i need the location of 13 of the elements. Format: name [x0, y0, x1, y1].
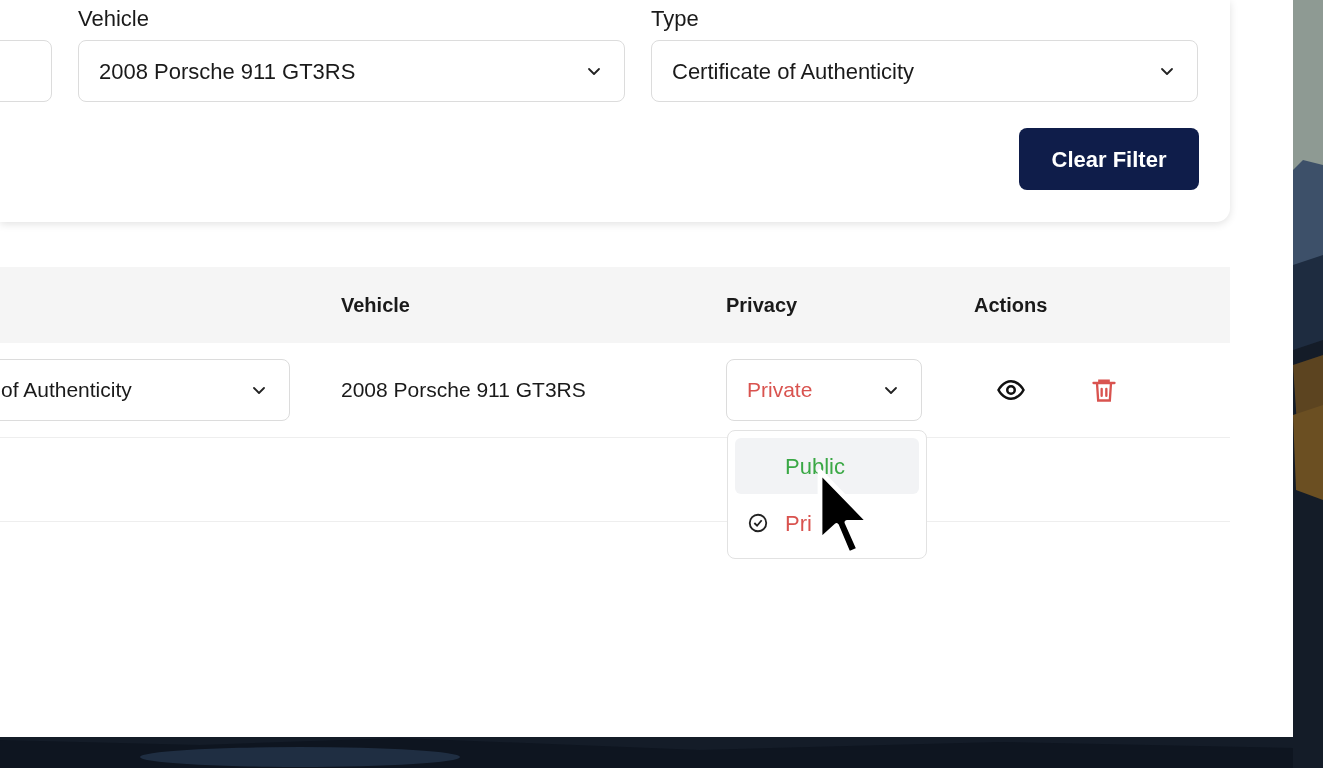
column-header: Actions — [974, 293, 1048, 318]
check-circle-icon — [747, 512, 769, 534]
select-field[interactable]: Certificate of Authenticity — [651, 40, 1198, 102]
privacy-select[interactable]: Private — [726, 359, 922, 421]
column-header: Vehicle — [341, 293, 411, 318]
dropdown-option[interactable]: Pri — [735, 495, 919, 551]
field-label: Vehicle — [78, 5, 150, 33]
column-header: Privacy — [726, 293, 799, 318]
select-field[interactable]: of Authenticity — [0, 359, 290, 421]
select-field[interactable]: 2008 Porsche 911 GT3RS — [78, 40, 625, 102]
field-label: Type — [651, 5, 700, 33]
table-cell-text: 2008 Porsche 911 GT3RS — [341, 377, 587, 404]
clear-filter-button[interactable]: Clear Filter — [1019, 128, 1199, 190]
